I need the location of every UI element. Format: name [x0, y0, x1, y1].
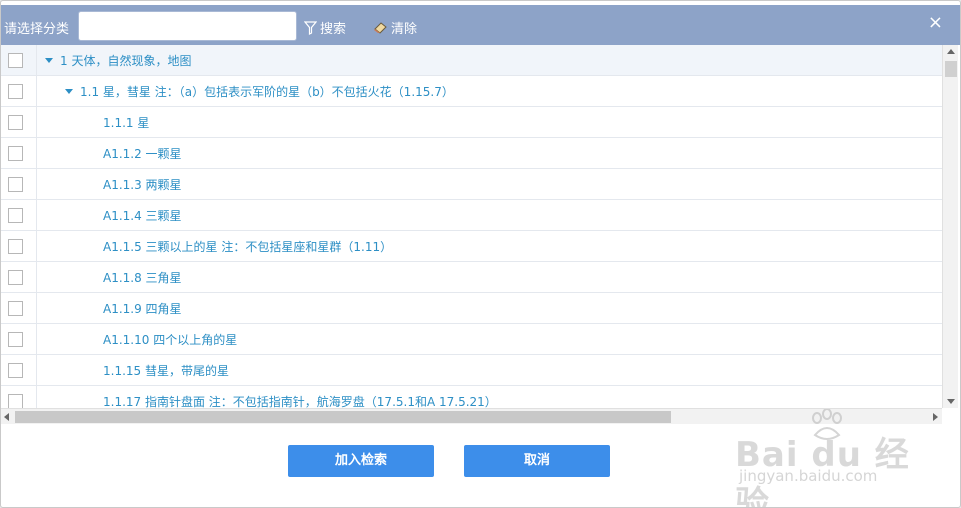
tree-node-text: A1.1.10 四个以上角的星 [103, 333, 238, 347]
baidu-jingyan-watermark: Bai du 经验 jingyan.baidu.com [735, 409, 915, 507]
category-dialog: 请选择分类 搜索 清除 × 1 天体，自然现象，地图 1.1 星，彗星 注：（a）… [0, 0, 961, 508]
close-icon[interactable]: × [928, 14, 943, 32]
tree-node-label[interactable]: 1.1.17 指南针盘面 注：不包括指南针，航海罗盘（17.5.1和A 17.5… [103, 393, 497, 408]
category-tree: 1 天体，自然现象，地图 1.1 星，彗星 注：（a）包括表示军阶的星（b）不包括… [1, 45, 942, 408]
search-button[interactable]: 搜索 [304, 18, 346, 37]
tree-row[interactable]: A1.1.5 三颗以上的星 注：不包括星座和星群（1.11） [1, 231, 942, 262]
checkbox-cell [1, 76, 37, 106]
tree-node-text: 1.1.1 星 [103, 116, 150, 130]
horizontal-scroll-thumb[interactable] [15, 411, 671, 423]
row-checkbox[interactable] [8, 146, 23, 161]
add-to-search-button[interactable]: 加入检索 [288, 445, 434, 477]
tree-node-label[interactable]: A1.1.5 三颗以上的星 注：不包括星座和星群（1.11） [103, 238, 392, 255]
tree-node-text: 1 天体，自然现象，地图 [60, 54, 192, 68]
checkbox-cell [1, 107, 37, 137]
tree-node-label[interactable]: A1.1.9 四角星 [103, 300, 182, 317]
tree-row[interactable]: A1.1.8 三角星 [1, 262, 942, 293]
row-checkbox[interactable] [8, 53, 23, 68]
search-button-label: 搜索 [320, 22, 347, 37]
tree-row[interactable]: A1.1.10 四个以上角的星 [1, 324, 942, 355]
row-checkbox[interactable] [8, 270, 23, 285]
checkbox-cell [1, 355, 37, 385]
checkbox-cell [1, 138, 37, 168]
row-checkbox[interactable] [8, 84, 23, 99]
row-checkbox[interactable] [8, 363, 23, 378]
row-checkbox[interactable] [8, 332, 23, 347]
tree-node-text: A1.1.5 三颗以上的星 注：不包括星座和星群（1.11） [103, 240, 393, 254]
row-checkbox[interactable] [8, 115, 23, 130]
dialog-toolbar: 请选择分类 搜索 清除 × [1, 5, 960, 45]
checkbox-cell [1, 45, 37, 75]
tree-row[interactable]: 1.1.1 星 [1, 107, 942, 138]
vertical-scrollbar[interactable] [942, 45, 958, 408]
eraser-icon [373, 21, 388, 34]
tree-row[interactable]: A1.1.3 两颗星 [1, 169, 942, 200]
tree-node-label[interactable]: A1.1.2 一颗星 [103, 145, 182, 162]
row-checkbox[interactable] [8, 394, 23, 408]
row-checkbox[interactable] [8, 239, 23, 254]
row-checkbox[interactable] [8, 208, 23, 223]
filter-icon [304, 20, 317, 35]
vertical-scroll-thumb[interactable] [945, 61, 957, 77]
tree-row[interactable]: 1.1.15 彗星，带尾的星 [1, 355, 942, 386]
scroll-down-icon[interactable] [947, 399, 955, 404]
tree-node-text: A1.1.3 两颗星 [103, 178, 182, 192]
tree-node-label[interactable]: A1.1.10 四个以上角的星 [103, 331, 237, 348]
tree-node-label[interactable]: 1.1.1 星 [103, 114, 149, 131]
tree-node-label[interactable]: 1.1 星，彗星 注：（a）包括表示军阶的星（b）不包括火花（1.15.7） [65, 83, 454, 100]
tree-node-text: A1.1.8 三角星 [103, 271, 182, 285]
scroll-up-icon[interactable] [947, 49, 955, 54]
checkbox-cell [1, 293, 37, 323]
category-label: 请选择分类 [4, 22, 70, 37]
tree-row[interactable]: A1.1.4 三颗星 [1, 200, 942, 231]
tree-row[interactable]: 1 天体，自然现象，地图 [1, 45, 942, 76]
tree-node-text: A1.1.2 一颗星 [103, 147, 182, 161]
row-checkbox[interactable] [8, 177, 23, 192]
checkbox-cell [1, 324, 37, 354]
row-checkbox[interactable] [8, 301, 23, 316]
tree-node-text: A1.1.9 四角星 [103, 302, 182, 316]
checkbox-cell [1, 200, 37, 230]
checkbox-cell [1, 262, 37, 292]
tree-node-label[interactable]: 1.1.15 彗星，带尾的星 [103, 362, 229, 379]
checkbox-cell [1, 386, 37, 408]
checkbox-cell [1, 231, 37, 261]
cancel-button[interactable]: 取消 [464, 445, 610, 477]
clear-button-label: 清除 [391, 22, 418, 37]
expand-caret-icon[interactable] [65, 89, 73, 94]
watermark-url: jingyan.baidu.com [739, 467, 878, 485]
tree-row[interactable]: 1.1 星，彗星 注：（a）包括表示军阶的星（b）不包括火花（1.15.7） [1, 76, 942, 107]
checkbox-cell [1, 169, 37, 199]
scroll-left-icon[interactable] [4, 413, 9, 421]
tree-row[interactable]: 1.1.17 指南针盘面 注：不包括指南针，航海罗盘（17.5.1和A 17.5… [1, 386, 942, 408]
tree-node-label[interactable]: A1.1.8 三角星 [103, 269, 182, 286]
tree-row[interactable]: A1.1.2 一颗星 [1, 138, 942, 169]
scroll-right-icon[interactable] [933, 413, 938, 421]
tree-node-text: 1.1.17 指南针盘面 注：不包括指南针，航海罗盘（17.5.1和A 17.5… [103, 395, 497, 408]
clear-button[interactable]: 清除 [373, 18, 417, 37]
tree-node-text: A1.1.4 三颗星 [103, 209, 182, 223]
expand-caret-icon[interactable] [45, 58, 53, 63]
tree-node-text: 1.1.15 彗星，带尾的星 [103, 364, 229, 378]
tree-node-label[interactable]: 1 天体，自然现象，地图 [45, 52, 191, 69]
tree-node-text: 1.1 星，彗星 注：（a）包括表示军阶的星（b）不包括火花（1.15.7） [80, 85, 454, 99]
tree-node-label[interactable]: A1.1.4 三颗星 [103, 207, 182, 224]
tree-row[interactable]: A1.1.9 四角星 [1, 293, 942, 324]
tree-node-label[interactable]: A1.1.3 两颗星 [103, 176, 182, 193]
category-search-input[interactable] [78, 11, 297, 41]
